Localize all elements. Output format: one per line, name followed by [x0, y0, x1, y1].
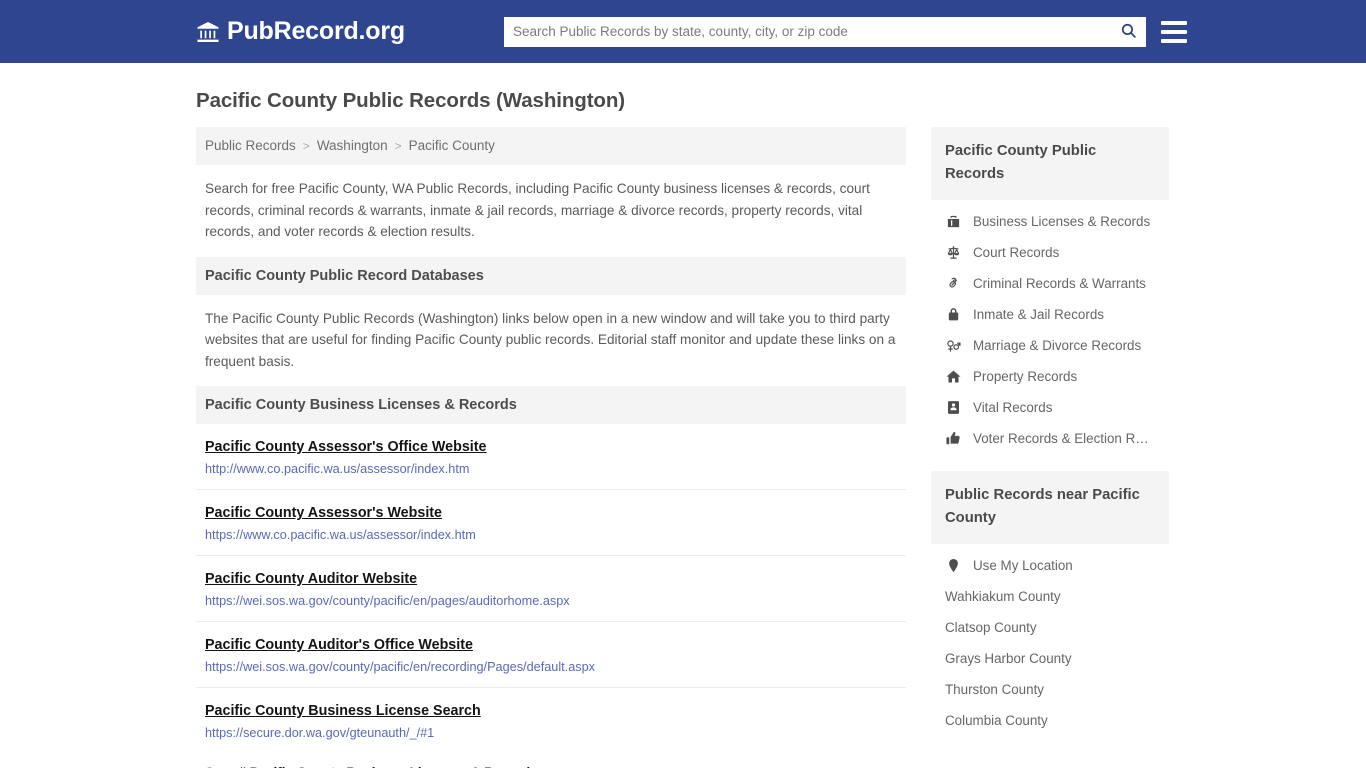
- record-url-link[interactable]: https://wei.sos.wa.gov/county/pacific/en…: [205, 660, 897, 674]
- record-link-row: Pacific County Auditor Website https://w…: [196, 556, 906, 622]
- sidebar-item-label: Wahkiakum County: [945, 589, 1061, 604]
- hamburger-bar: [1160, 38, 1187, 43]
- record-title-link[interactable]: Pacific County Assessor's Website: [205, 505, 442, 521]
- sidebar-item-label: Marriage & Divorce Records: [973, 338, 1142, 353]
- sidebar-item-label: Thurston County: [945, 682, 1044, 697]
- handcuffs-icon: [945, 276, 962, 291]
- site-logo[interactable]: PubRecord.org: [196, 17, 405, 46]
- briefcase-icon: [945, 214, 962, 229]
- hamburger-menu-icon[interactable]: [1160, 20, 1187, 43]
- hamburger-bar: [1160, 29, 1187, 34]
- sidebar: Pacific County Public Records Business L…: [931, 127, 1169, 753]
- balance-scale-icon: [945, 245, 962, 260]
- page-title: Pacific County Public Records (Washingto…: [196, 89, 625, 112]
- sidebar-item-label: Court Records: [973, 245, 1060, 260]
- sidebar-near-box: Public Records near Pacific County Use M…: [931, 471, 1169, 736]
- sidebar-item-label: Vital Records: [973, 400, 1053, 415]
- header-search-area: [503, 16, 1187, 47]
- sidebar-item-label: Columbia County: [945, 713, 1048, 728]
- sidebar-item-label: Inmate & Jail Records: [973, 307, 1104, 322]
- record-link-row: Pacific County Business License Search h…: [196, 688, 906, 753]
- record-title-link[interactable]: Pacific County Auditor Website: [205, 571, 417, 587]
- record-title-link[interactable]: Pacific County Business License Search: [205, 703, 481, 719]
- record-url-link[interactable]: https://secure.dor.wa.gov/gteunauth/_/#1: [205, 726, 897, 740]
- bank-icon: [196, 20, 220, 44]
- breadcrumb: Public Records > Washington > Pacific Co…: [196, 127, 906, 165]
- id-badge-icon: [945, 400, 962, 415]
- record-link-row: Pacific County Assessor's Website https:…: [196, 490, 906, 556]
- record-title-link[interactable]: Pacific County Assessor's Office Website: [205, 439, 487, 455]
- search-icon: [1120, 22, 1137, 42]
- sidebar-records-list: Business Licenses & Records Court Record…: [931, 200, 1169, 454]
- lock-icon: [945, 307, 962, 322]
- sidebar-item-label: Business Licenses & Records: [973, 214, 1151, 229]
- sidebar-item-label: Grays Harbor County: [945, 651, 1072, 666]
- breadcrumb-separator: >: [302, 138, 310, 153]
- breadcrumb-item-pacific-county: Pacific County: [408, 138, 495, 153]
- sidebar-item-criminal-records[interactable]: Criminal Records & Warrants: [931, 268, 1169, 299]
- sidebar-item-grays-harbor-county[interactable]: Grays Harbor County: [931, 643, 1169, 674]
- record-title-link[interactable]: Pacific County Auditor's Office Website: [205, 637, 473, 653]
- sidebar-item-property-records[interactable]: Property Records: [931, 361, 1169, 392]
- breadcrumb-item-public-records[interactable]: Public Records: [205, 138, 296, 153]
- sidebar-near-list: Use My Location Wahkiakum County Clatsop…: [931, 544, 1169, 736]
- sidebar-item-label: Property Records: [973, 369, 1078, 384]
- site-logo-text: PubRecord.org: [227, 17, 405, 45]
- sidebar-item-court-records[interactable]: Court Records: [931, 237, 1169, 268]
- main-column: Public Records > Washington > Pacific Co…: [196, 127, 906, 768]
- section-header-databases: Pacific County Public Record Databases: [196, 256, 906, 295]
- record-link-row: Pacific County Assessor's Office Website…: [196, 424, 906, 490]
- site-header: PubRecord.org: [0, 0, 1366, 63]
- sidebar-item-label: Use My Location: [973, 558, 1073, 573]
- sidebar-item-columbia-county[interactable]: Columbia County: [931, 705, 1169, 736]
- section-heading-text: Pacific County Public Record Databases: [205, 267, 484, 284]
- sidebar-near-heading: Public Records near Pacific County: [931, 471, 1169, 544]
- map-marker-icon: [945, 558, 962, 573]
- section-header-business-licenses: Pacific County Business Licenses & Recor…: [196, 386, 906, 424]
- venus-mars-icon: [945, 338, 962, 353]
- sidebar-item-marriage-divorce-records[interactable]: Marriage & Divorce Records: [931, 330, 1169, 361]
- section-heading-text: Pacific County Business Licenses & Recor…: [205, 397, 517, 413]
- search-submit-button[interactable]: [1112, 17, 1146, 47]
- home-icon: [945, 369, 962, 384]
- sidebar-item-inmate-jail-records[interactable]: Inmate & Jail Records: [931, 299, 1169, 330]
- breadcrumb-separator: >: [394, 138, 402, 153]
- search-input[interactable]: [503, 16, 1112, 47]
- sidebar-item-voter-records[interactable]: Voter Records & Election R…: [931, 423, 1169, 454]
- sidebar-item-use-my-location[interactable]: Use My Location: [931, 550, 1169, 581]
- sidebar-item-label: Criminal Records & Warrants: [973, 276, 1146, 291]
- intro-paragraph: Search for free Pacific County, WA Publi…: [205, 181, 870, 239]
- sidebar-item-label: Voter Records & Election R…: [973, 431, 1149, 446]
- sidebar-item-thurston-county[interactable]: Thurston County: [931, 674, 1169, 705]
- page-container: Pacific County Public Records (Washingto…: [0, 89, 1366, 768]
- search-bar: [503, 16, 1146, 47]
- record-link-row: Pacific County Auditor's Office Website …: [196, 622, 906, 688]
- sidebar-item-vital-records[interactable]: Vital Records: [931, 392, 1169, 423]
- breadcrumb-item-washington[interactable]: Washington: [317, 138, 388, 153]
- record-url-link[interactable]: https://www.co.pacific.wa.us/assessor/in…: [205, 528, 897, 542]
- content-columns: Public Records > Washington > Pacific Co…: [196, 127, 1170, 768]
- sidebar-item-business-licenses[interactable]: Business Licenses & Records: [931, 206, 1169, 237]
- sidebar-records-box: Pacific County Public Records Business L…: [931, 127, 1169, 454]
- sidebar-item-wahkiakum-county[interactable]: Wahkiakum County: [931, 581, 1169, 612]
- sidebar-records-heading: Pacific County Public Records: [931, 127, 1169, 200]
- sidebar-item-label: Clatsop County: [945, 620, 1037, 635]
- record-url-link[interactable]: https://wei.sos.wa.gov/county/pacific/en…: [205, 594, 897, 608]
- see-all-row: See all Pacific County Business Licenses…: [196, 753, 906, 768]
- hamburger-bar: [1160, 20, 1187, 25]
- databases-paragraph: The Pacific County Public Records (Washi…: [205, 310, 896, 369]
- sidebar-item-clatsop-county[interactable]: Clatsop County: [931, 612, 1169, 643]
- record-url-link[interactable]: http://www.co.pacific.wa.us/assessor/ind…: [205, 462, 897, 476]
- thumbs-up-icon: [945, 431, 962, 446]
